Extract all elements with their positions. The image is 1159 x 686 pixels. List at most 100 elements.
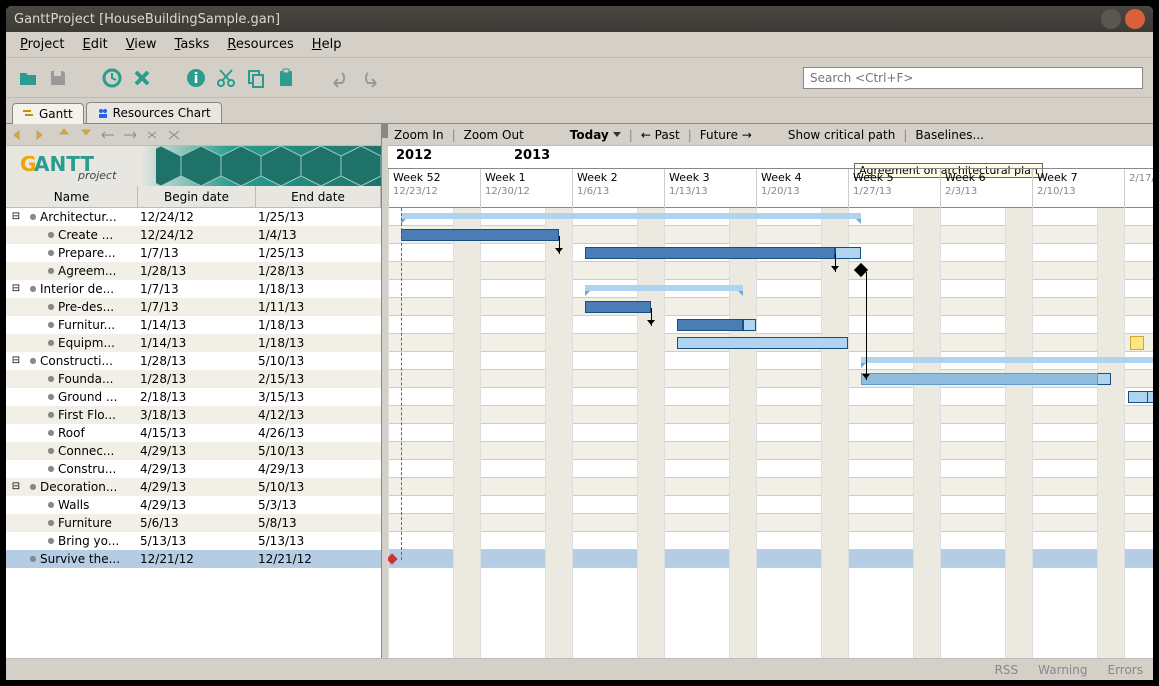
status-rss[interactable]: RSS xyxy=(995,663,1019,677)
gantt-bar[interactable] xyxy=(585,301,651,313)
info-icon[interactable]: i xyxy=(184,66,208,90)
task-row[interactable]: ⊟●Interior de...1/7/131/18/13 xyxy=(6,280,381,298)
task-begin: 1/28/13 xyxy=(136,372,254,386)
task-row[interactable]: ●Equipm...1/14/131/18/13 xyxy=(6,334,381,352)
menu-help[interactable]: Help xyxy=(304,35,350,54)
task-row[interactable]: ●Furniture5/6/135/8/13 xyxy=(6,514,381,532)
nav-forward-icon[interactable] xyxy=(34,127,50,143)
baselines-button[interactable]: Baselines... xyxy=(915,128,984,142)
nav-up-icon[interactable] xyxy=(56,127,72,143)
task-row[interactable]: ●Pre-des...1/7/131/11/13 xyxy=(6,298,381,316)
gantt-bar[interactable] xyxy=(1128,391,1148,403)
task-begin: 12/21/12 xyxy=(136,552,254,566)
gantt-chart[interactable] xyxy=(388,208,1153,658)
task-row[interactable]: ●Bring yo...5/13/135/13/13 xyxy=(6,532,381,550)
menu-edit[interactable]: Edit xyxy=(75,35,116,54)
window-title: GanttProject [HouseBuildingSample.gan] xyxy=(14,12,1101,27)
task-row[interactable]: ⊟●Constructi...1/28/135/10/13 xyxy=(6,352,381,370)
history-icon[interactable] xyxy=(100,66,124,90)
open-icon[interactable] xyxy=(16,66,40,90)
tab-bar: Gantt Resources Chart xyxy=(6,98,1153,124)
delete-icon[interactable] xyxy=(130,66,154,90)
menu-view[interactable]: View xyxy=(118,35,165,54)
expand-toggle[interactable]: ⊟ xyxy=(6,283,26,294)
column-name[interactable]: Name xyxy=(6,186,138,207)
gantt-bar[interactable] xyxy=(401,213,861,219)
task-bullet-icon: ● xyxy=(44,392,58,401)
task-begin: 3/18/13 xyxy=(136,408,254,422)
undo-icon[interactable] xyxy=(328,66,352,90)
task-row[interactable]: ●Ground ...2/18/133/15/13 xyxy=(6,388,381,406)
task-row[interactable]: ●Walls4/29/135/3/13 xyxy=(6,496,381,514)
menu-tasks[interactable]: Tasks xyxy=(167,35,218,54)
task-end: 5/10/13 xyxy=(254,480,381,494)
year-row: 2012 2013 Agreement on architectural pla… xyxy=(388,146,1153,168)
expand-toggle[interactable]: ⊟ xyxy=(6,481,26,492)
task-row[interactable]: ●Founda...1/28/132/15/13 xyxy=(6,370,381,388)
task-row[interactable]: ●Furnitur...1/14/131/18/13 xyxy=(6,316,381,334)
task-name: Ground ... xyxy=(58,390,136,404)
tab-resources[interactable]: Resources Chart xyxy=(86,102,222,123)
timeline-header: 2012 2013 Agreement on architectural pla… xyxy=(388,146,1153,208)
link-icon[interactable] xyxy=(144,127,160,143)
minimize-button[interactable] xyxy=(1101,9,1121,29)
task-bullet-icon: ● xyxy=(44,320,58,329)
zoom-in-button[interactable]: Zoom In xyxy=(394,128,444,142)
task-begin: 1/14/13 xyxy=(136,318,254,332)
gantt-bar[interactable] xyxy=(401,229,559,241)
task-row[interactable]: ●Constru...4/29/134/29/13 xyxy=(6,460,381,478)
task-row[interactable]: ⊟●Architectur...12/24/121/25/13 xyxy=(6,208,381,226)
past-button[interactable]: ← Past xyxy=(641,128,680,142)
menu-project[interactable]: Project xyxy=(12,35,73,54)
note-icon[interactable] xyxy=(1130,336,1144,350)
task-row[interactable]: ●Survive the...12/21/1212/21/12 xyxy=(6,550,381,568)
cut-icon[interactable] xyxy=(214,66,238,90)
gantt-bar[interactable] xyxy=(861,373,1098,385)
task-row[interactable]: ●Roof4/15/134/26/13 xyxy=(6,424,381,442)
outdent-icon[interactable] xyxy=(100,127,116,143)
column-end[interactable]: End date xyxy=(256,186,381,207)
close-button[interactable] xyxy=(1125,9,1145,29)
resources-tab-icon xyxy=(97,107,109,119)
redo-icon[interactable] xyxy=(358,66,382,90)
task-name: Equipm... xyxy=(58,336,136,350)
gantt-bar[interactable] xyxy=(677,337,848,349)
column-begin[interactable]: Begin date xyxy=(138,186,256,207)
status-warning[interactable]: Warning xyxy=(1038,663,1087,677)
search-input[interactable] xyxy=(803,67,1143,89)
task-end: 1/4/13 xyxy=(254,228,381,242)
nav-down-icon[interactable] xyxy=(78,127,94,143)
task-row[interactable]: ●Agreem...1/28/131/28/13 xyxy=(6,262,381,280)
status-errors[interactable]: Errors xyxy=(1107,663,1143,677)
copy-icon[interactable] xyxy=(244,66,268,90)
tab-gantt[interactable]: Gantt xyxy=(12,103,84,124)
task-row[interactable]: ●Create ...12/24/121/4/13 xyxy=(6,226,381,244)
menu-resources[interactable]: Resources xyxy=(219,35,301,54)
gantt-bar[interactable] xyxy=(677,319,743,331)
expand-toggle[interactable]: ⊟ xyxy=(6,355,26,366)
task-begin: 4/29/13 xyxy=(136,444,254,458)
indent-icon[interactable] xyxy=(122,127,138,143)
paste-icon[interactable] xyxy=(274,66,298,90)
future-button[interactable]: Future → xyxy=(700,128,752,142)
expand-toggle[interactable]: ⊟ xyxy=(6,211,26,222)
chevron-down-icon xyxy=(613,132,621,138)
gantt-bar[interactable] xyxy=(585,247,835,259)
task-begin: 4/29/13 xyxy=(136,480,254,494)
unlink-icon[interactable] xyxy=(166,127,182,143)
today-button[interactable]: Today xyxy=(570,128,621,142)
save-icon[interactable] xyxy=(46,66,70,90)
zoom-out-button[interactable]: Zoom Out xyxy=(464,128,524,142)
gantt-bar[interactable] xyxy=(585,285,743,291)
task-row[interactable]: ●First Flo...3/18/134/12/13 xyxy=(6,406,381,424)
task-row[interactable]: ●Connec...4/29/135/10/13 xyxy=(6,442,381,460)
gantt-bar[interactable] xyxy=(861,357,1153,363)
task-row[interactable]: ⊟●Decoration...4/29/135/10/13 xyxy=(6,478,381,496)
task-name: First Flo... xyxy=(58,408,136,422)
task-name: Create ... xyxy=(58,228,136,242)
task-row[interactable]: ●Prepare...1/7/131/25/13 xyxy=(6,244,381,262)
logo-band: G ANTT project xyxy=(6,146,381,186)
nav-back-icon[interactable] xyxy=(12,127,28,143)
critical-path-button[interactable]: Show critical path xyxy=(788,128,895,142)
week-cell: Week 31/13/13 xyxy=(664,169,756,208)
